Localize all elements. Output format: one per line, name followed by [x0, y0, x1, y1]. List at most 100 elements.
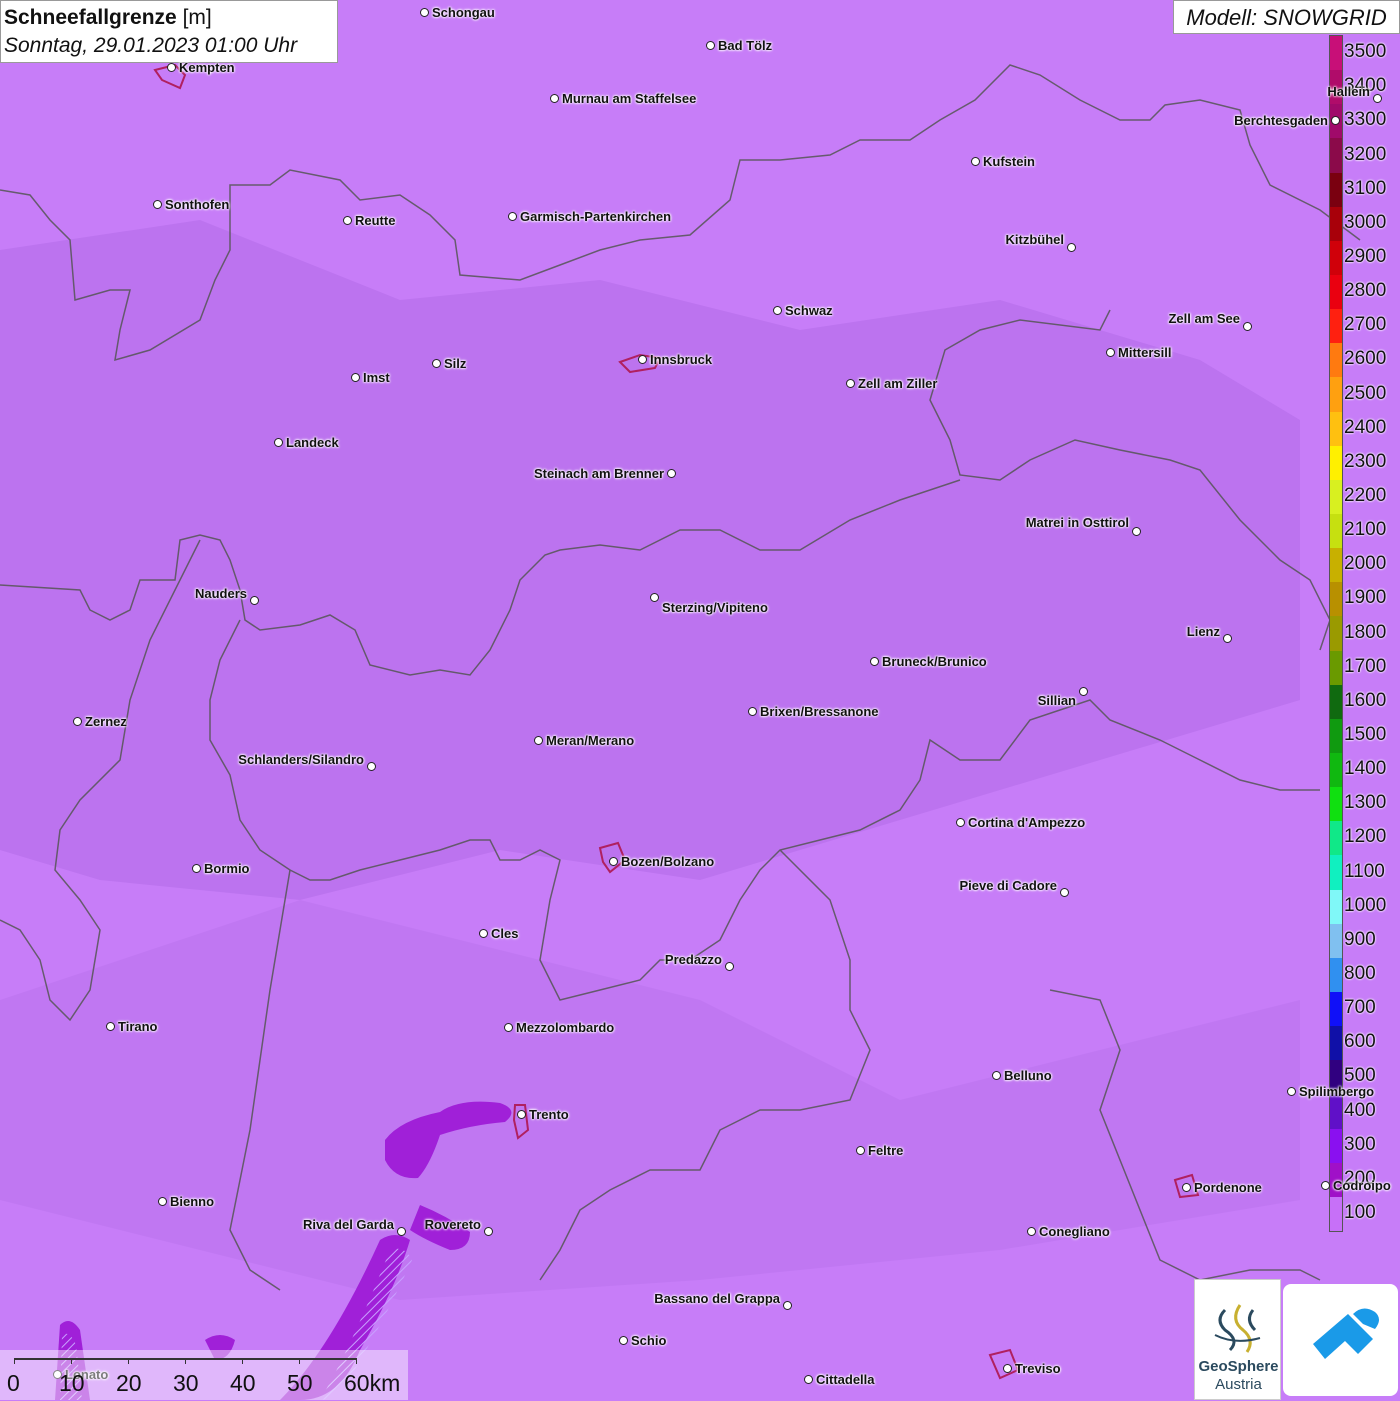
city-label: Silz: [444, 356, 467, 371]
legend-label: 3300: [1344, 109, 1387, 131]
city-label: Kufstein: [983, 154, 1035, 169]
legend-swatch: [1330, 957, 1342, 993]
city-marker[interactable]: Mittersill: [1106, 345, 1174, 360]
legend-label: 2600: [1344, 348, 1387, 370]
city-marker[interactable]: Riva del Garda: [300, 1217, 406, 1239]
city-marker[interactable]: Schwaz: [773, 303, 836, 318]
city-marker[interactable]: Pieve di Cadore: [956, 878, 1069, 900]
city-marker[interactable]: Spilimbergo: [1287, 1084, 1377, 1099]
city-marker[interactable]: Kufstein: [971, 154, 1038, 169]
city-marker[interactable]: Steinach am Brenner: [531, 466, 676, 481]
city-dot-icon: [250, 596, 259, 605]
city-marker[interactable]: Bormio: [192, 861, 253, 876]
city-label: Matrei in Osttirol: [1025, 515, 1129, 530]
city-marker[interactable]: Bozen/Bolzano: [609, 854, 717, 869]
city-marker[interactable]: Berchtesgaden: [1231, 113, 1340, 128]
geosphere-logo: GeoSphere Austria: [1194, 1279, 1281, 1400]
city-marker[interactable]: Schio: [619, 1333, 669, 1348]
city-marker[interactable]: Brixen/Bressanone: [748, 704, 882, 719]
city-label: Sonthofen: [165, 197, 230, 212]
scale-tick: [356, 1358, 357, 1364]
legend-swatch: [1330, 445, 1342, 481]
legend-label: 3500: [1344, 41, 1387, 63]
city-marker[interactable]: Innsbruck: [638, 352, 715, 367]
city-marker[interactable]: Schongau: [420, 5, 498, 20]
city-label: Tirano: [118, 1019, 158, 1034]
city-marker[interactable]: Bienno: [158, 1194, 217, 1209]
city-marker[interactable]: Bad Tölz: [706, 38, 775, 53]
city-marker[interactable]: Landeck: [274, 435, 342, 450]
city-label: Innsbruck: [650, 352, 713, 367]
city-marker[interactable]: Lienz: [1184, 624, 1232, 646]
legend-label: 2000: [1344, 553, 1387, 575]
legend-label: 1100: [1344, 860, 1385, 882]
city-marker[interactable]: Mezzolombardo: [504, 1020, 617, 1035]
city-marker[interactable]: Murnau am Staffelsee: [550, 91, 699, 106]
city-label: Riva del Garda: [302, 1217, 394, 1232]
city-marker[interactable]: Belluno: [992, 1068, 1055, 1083]
city-dot-icon: [1331, 116, 1340, 125]
city-marker[interactable]: Bruneck/Brunico: [870, 654, 990, 669]
city-marker[interactable]: Nauders: [192, 586, 259, 608]
city-marker[interactable]: Kitzbühel: [1003, 232, 1076, 255]
map-datetime: Sonntag, 29.01.2023 01:00 Uhr: [4, 34, 298, 57]
city-dot-icon: [856, 1146, 865, 1155]
city-marker[interactable]: Trento: [517, 1107, 572, 1122]
city-marker[interactable]: Rovereto: [422, 1217, 493, 1239]
city-marker[interactable]: Imst: [351, 370, 393, 385]
city-marker[interactable]: Cittadella: [804, 1372, 878, 1387]
city-label: Bassano del Grappa: [654, 1291, 780, 1306]
scale-tick: [299, 1358, 300, 1364]
legend-swatch: [1330, 582, 1342, 617]
city-marker[interactable]: Zell am Ziller: [846, 376, 940, 391]
city-marker[interactable]: Bassano del Grappa: [651, 1291, 792, 1313]
city-dot-icon: [534, 736, 543, 745]
city-dot-icon: [956, 818, 965, 827]
city-marker[interactable]: Schlanders/Silandro: [235, 752, 376, 774]
city-marker[interactable]: Predazzo: [662, 952, 734, 974]
legend-label: 900: [1344, 928, 1376, 950]
city-marker[interactable]: Treviso: [1003, 1361, 1064, 1376]
city-label: Bad Tölz: [718, 38, 773, 53]
scale-label: 30: [173, 1370, 199, 1396]
city-label: Pordenone: [1194, 1180, 1262, 1195]
city-marker[interactable]: Hallein: [1324, 84, 1382, 106]
city-label: Bruneck/Brunico: [882, 654, 987, 669]
city-marker[interactable]: Sillian: [1035, 684, 1088, 708]
city-marker[interactable]: Kempten: [167, 60, 238, 75]
city-marker[interactable]: Matrei in Osttirol: [1023, 515, 1141, 539]
city-dot-icon: [992, 1071, 1001, 1080]
map-title: Schneefallgrenze [m]: [4, 6, 212, 29]
city-marker[interactable]: Feltre: [856, 1143, 906, 1158]
geosphere-icon: [1214, 1304, 1261, 1353]
legend-label: 1400: [1344, 758, 1387, 780]
city-marker[interactable]: Meran/Merano: [534, 733, 637, 748]
legend-label: 1700: [1344, 655, 1387, 677]
city-marker[interactable]: Garmisch-Partenkirchen: [508, 209, 674, 224]
city-label: Bormio: [204, 861, 250, 876]
legend-swatch: [1330, 377, 1342, 413]
city-marker[interactable]: Reutte: [343, 213, 398, 228]
city-marker[interactable]: Conegliano: [1027, 1224, 1113, 1239]
city-marker[interactable]: Pordenone: [1182, 1180, 1265, 1195]
city-marker[interactable]: Cles: [479, 926, 521, 941]
city-marker[interactable]: Tirano: [106, 1019, 161, 1034]
city-dot-icon: [274, 438, 283, 447]
city-label: Brixen/Bressanone: [760, 704, 879, 719]
city-label: Schwaz: [785, 303, 833, 318]
city-marker[interactable]: Zernez: [73, 714, 130, 729]
city-label: Steinach am Brenner: [533, 466, 664, 481]
city-dot-icon: [650, 593, 659, 602]
city-marker[interactable]: Zell am See: [1165, 311, 1252, 334]
city-marker[interactable]: Silz: [432, 356, 469, 371]
city-label: Cittadella: [816, 1372, 875, 1387]
city-marker[interactable]: Cortina d'Ampezzo: [956, 815, 1088, 830]
city-marker[interactable]: Sterzing/Vipiteno: [650, 590, 771, 615]
scale-label: 10: [59, 1370, 85, 1396]
city-marker[interactable]: Codroipo: [1321, 1178, 1394, 1193]
city-label: Predazzo: [664, 952, 722, 967]
city-dot-icon: [748, 707, 757, 716]
legend-label: 2400: [1344, 416, 1387, 438]
city-marker[interactable]: Sonthofen: [153, 197, 232, 212]
legend-label: 2500: [1344, 382, 1387, 404]
